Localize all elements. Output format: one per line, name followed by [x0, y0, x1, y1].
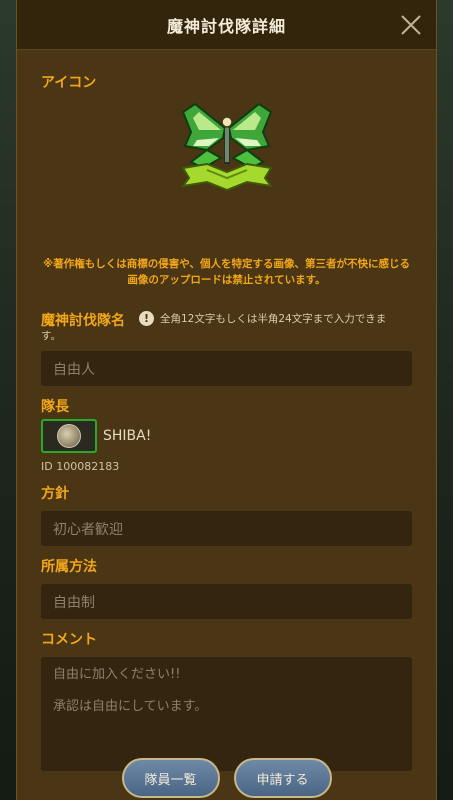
backdrop-left	[0, 0, 16, 800]
avatar-image	[57, 424, 81, 448]
info-icon: !	[139, 311, 154, 326]
backdrop-right	[437, 0, 453, 800]
comment-line-1: 自由に加入ください!!	[53, 667, 181, 682]
member-list-button[interactable]: 隊員一覧	[121, 758, 220, 798]
leader-avatar[interactable]	[41, 419, 97, 453]
policy-label: 方針	[41, 486, 69, 502]
membership-label: 所属方法	[41, 559, 97, 575]
dialog-content: アイコン ※著作権もしくは商標の侵害や、個人を特定する画像、第三者が不快に感じる…	[17, 72, 436, 771]
team-name-field[interactable]: 自由人	[41, 351, 412, 386]
comment-field[interactable]: 自由に加入ください!! 承認は自由にしています。	[41, 657, 412, 771]
leader-label: 隊長	[41, 399, 69, 415]
team-name-label: 魔神討伐隊名	[41, 313, 125, 329]
leader-name: SHIBA!	[103, 428, 152, 444]
team-detail-dialog: 魔神討伐隊詳細 アイコン ※著作権もしくは商標の侵害や、個人を特定する画像、第三…	[16, 0, 437, 800]
policy-field[interactable]: 初心者歓迎	[41, 511, 412, 546]
action-buttons: 隊員一覧 申請する	[17, 758, 436, 798]
icon-section-label: アイコン	[41, 75, 97, 91]
upload-warning: ※著作権もしくは商標の侵害や、個人を特定する画像、第三者が不快に感じる 画像のア…	[41, 256, 412, 288]
warning-line-2: 画像のアップロードは禁止されています。	[127, 274, 326, 286]
dialog-header: 魔神討伐隊詳細	[17, 0, 436, 50]
warning-line-1: ※著作権もしくは商標の侵害や、個人を特定する画像、第三者が不快に感じる	[43, 258, 410, 270]
team-name-hint-continued: す。	[41, 330, 61, 342]
leader-id: ID 100082183	[41, 460, 120, 473]
apply-button[interactable]: 申請する	[233, 758, 332, 798]
close-icon[interactable]	[398, 12, 424, 38]
team-name-hint: 全角12文字もしくは半角24文字まで入力できま	[160, 313, 387, 325]
dialog-title: 魔神討伐隊詳細	[166, 16, 286, 36]
membership-field[interactable]: 自由制	[41, 584, 412, 619]
butterfly-emblem-icon	[180, 102, 273, 192]
leader-row: SHIBA!	[41, 419, 412, 453]
team-name-header: 魔神討伐隊名 ! 全角12文字もしくは半角24文字まで入力できま	[41, 310, 412, 330]
comment-label: コメント	[41, 632, 97, 648]
comment-line-2: 承認は自由にしています。	[53, 699, 208, 714]
team-emblem[interactable]	[41, 98, 412, 196]
